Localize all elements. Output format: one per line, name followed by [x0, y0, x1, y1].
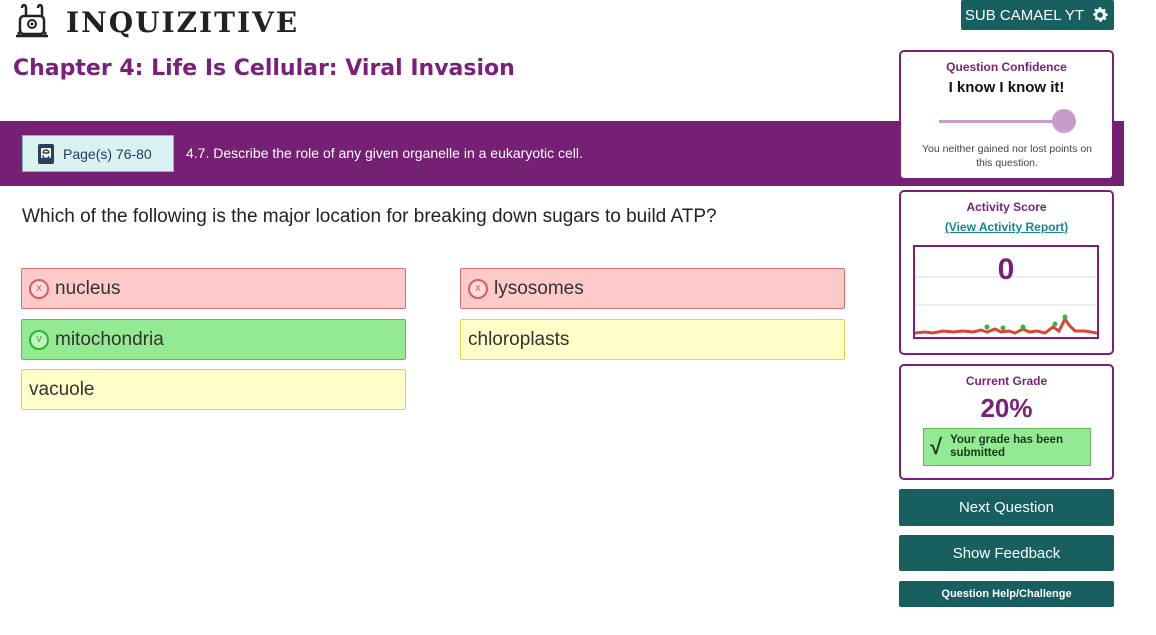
confidence-slider-track[interactable]: [939, 120, 1053, 123]
confidence-slider-knob[interactable]: [1052, 109, 1076, 133]
answer-label: chloroplasts: [468, 328, 570, 350]
correct-mark-icon: v: [29, 329, 49, 350]
grade-submitted-badge: √ Your grade has been submitted: [923, 428, 1091, 466]
answer-option-nucleus[interactable]: x nucleus: [21, 268, 406, 309]
answer-label: mitochondria: [55, 328, 164, 350]
logo: INQUIZITIVE: [12, 2, 299, 42]
view-activity-report-link[interactable]: (View Activity Report): [901, 220, 1112, 234]
question-help-button[interactable]: Question Help/Challenge: [899, 581, 1114, 607]
question-text: Which of the following is the major loca…: [22, 206, 717, 227]
activity-title: Activity Score: [966, 200, 1047, 214]
confidence-title: Question Confidence: [946, 60, 1067, 74]
activity-score-chart: 0: [913, 245, 1099, 339]
learning-objective: 4.7. Describe the role of any given orga…: [186, 145, 583, 161]
confidence-panel: Question Confidence I know I know it! Yo…: [899, 50, 1114, 180]
show-feedback-button[interactable]: Show Feedback: [899, 535, 1114, 571]
answer-option-mitochondria[interactable]: v mitochondria: [21, 319, 406, 360]
answer-option-lysosomes[interactable]: x lysosomes: [460, 268, 845, 309]
grade-title: Current Grade: [965, 374, 1048, 388]
answer-label: nucleus: [55, 277, 121, 299]
wrong-mark-icon: x: [468, 278, 488, 299]
checkmark-icon: √: [930, 434, 943, 459]
answer-label: vacuole: [29, 378, 95, 400]
chapter-title: Chapter 4: Life Is Cellular: Viral Invas…: [13, 56, 515, 81]
page-reference-button[interactable]: Page(s) 76-80: [22, 135, 174, 172]
next-question-button[interactable]: Next Question: [899, 489, 1114, 526]
confidence-note: You neither gained nor lost points on th…: [921, 143, 1093, 169]
app-name: INQUIZITIVE: [66, 5, 300, 39]
user-menu-button[interactable]: SUB CAMAEL YT: [961, 0, 1114, 30]
dog-logo-icon: [16, 3, 48, 38]
grade-submitted-text: Your grade has been submitted: [950, 434, 1063, 459]
grade-panel: Current Grade 20% √ Your grade has been …: [899, 364, 1114, 480]
activity-score-value: 0: [997, 253, 1015, 286]
grade-value: 20%: [980, 393, 1033, 423]
page-label: Page(s) 76-80: [63, 145, 152, 162]
answer-option-chloroplasts[interactable]: chloroplasts: [460, 319, 845, 360]
activity-panel: Activity Score (View Activity Report) 0: [899, 190, 1114, 355]
answer-option-vacuole[interactable]: vacuole: [21, 369, 406, 410]
wrong-mark-icon: x: [29, 278, 49, 299]
ebook-icon: [38, 143, 54, 164]
gear-icon: [1093, 7, 1108, 22]
confidence-value: I know I know it!: [948, 79, 1065, 96]
answer-label: lysosomes: [494, 277, 584, 299]
user-label: SUB CAMAEL YT: [964, 6, 1085, 24]
